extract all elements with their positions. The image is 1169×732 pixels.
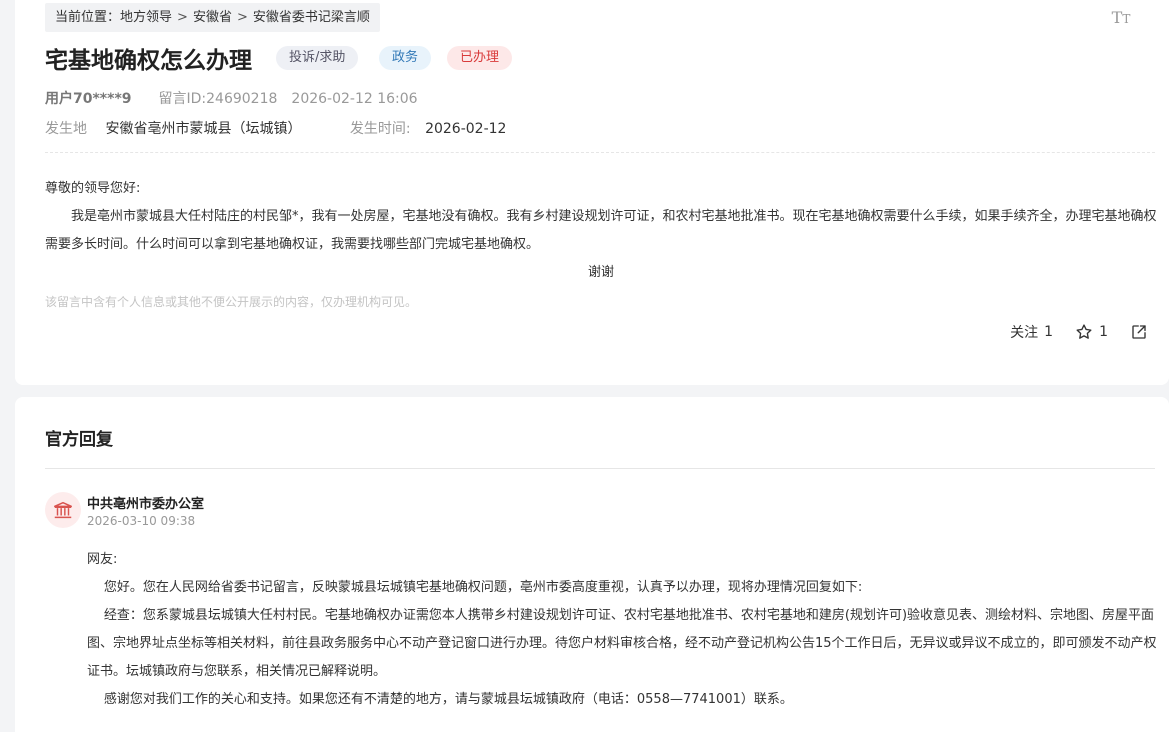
follow-count: 1 xyxy=(1044,324,1054,340)
category-tag: 投诉/求助 xyxy=(276,46,359,70)
message-datetime: 2026-02-12 16:06 xyxy=(291,91,418,107)
message-thanks: 谢谢 xyxy=(587,265,614,280)
privacy-notice: 该留言中含有个人信息或其他不便公开展示的内容，仅办理机构可见。 xyxy=(45,295,418,309)
reply-paragraph: 经查：您系蒙城县坛城镇大任村村民。宅基地确权办证需您本人携带乡村建设规划许可证、… xyxy=(87,608,1157,679)
breadcrumb-item-region[interactable]: 地方领导 xyxy=(120,10,172,25)
domain-tag: 政务 xyxy=(379,46,432,70)
reply-paragraph: 感谢您对我们工作的关心和支持。如果您还有不清楚的地方，请与蒙城县坛城镇政府（电话… xyxy=(103,692,793,707)
action-bar: 关注 1 1 xyxy=(988,322,1154,342)
follow-label: 关注 xyxy=(1010,325,1039,341)
breadcrumb-item-province[interactable]: 安徽省 xyxy=(193,10,232,25)
message-greeting: 尊敬的领导您好: xyxy=(45,181,141,196)
breadcrumb: 当前位置：地方领导 > 安徽省 > 安徽省委书记梁言顺 xyxy=(45,3,380,32)
reply-section-title: 官方回复 xyxy=(45,430,113,450)
star-icon xyxy=(1076,324,1092,339)
breadcrumb-prefix: 当前位置： xyxy=(55,10,121,25)
reply-paragraph: 您好。您在人民网给省委书记留言，反映蒙城县坛城镇宅基地确权问题，亳州市委高度重视… xyxy=(103,580,863,595)
reply-salutation: 网友: xyxy=(87,552,118,567)
location-label: 发生地 xyxy=(45,121,87,137)
reply-content: 网友: 您好。您在人民网给省委书记留言，反映蒙城县坛城镇宅基地确权问题，亳州市委… xyxy=(87,546,1157,714)
follow-button[interactable]: 关注 1 xyxy=(1010,322,1053,342)
username: 用户70****9 xyxy=(45,91,132,107)
occurrence-info: 发生地 安徽省亳州市蒙城县（坛城镇） 发生时间: 2026-02-12 xyxy=(45,118,506,138)
text-size-icon[interactable]: TT xyxy=(1110,7,1132,29)
message-id: 留言ID:24690218 xyxy=(158,91,278,107)
favorite-button[interactable]: 1 xyxy=(1075,323,1108,341)
divider xyxy=(45,152,1155,153)
government-building-icon xyxy=(54,501,72,519)
share-icon xyxy=(1132,325,1146,339)
reply-time: 2026-03-10 09:38 xyxy=(87,514,196,528)
breadcrumb-separator: > xyxy=(236,10,248,25)
status-badge: 已办理 xyxy=(447,46,513,70)
favorite-count: 1 xyxy=(1099,324,1108,340)
message-body: 我是亳州市蒙城县大任村陆庄的村民邹*，我有一处房屋，宅基地没有确权。我有乡村建设… xyxy=(45,209,1157,252)
message-content: 尊敬的领导您好: 我是亳州市蒙城县大任村陆庄的村民邹*，我有一处房屋，宅基地没有… xyxy=(45,175,1157,287)
reply-card: 官方回复 中共亳州市委办公室 2026-03-10 09:38 网友: 您好。您… xyxy=(15,397,1169,732)
breadcrumb-separator: > xyxy=(177,10,188,25)
breadcrumb-item-leader[interactable]: 安徽省委书记梁言顺 xyxy=(253,10,370,25)
share-button[interactable] xyxy=(1130,323,1154,341)
message-card: 当前位置：地方领导 > 安徽省 > 安徽省委书记梁言顺 TT 宅基地确权怎么办理 投诉/… xyxy=(15,0,1169,385)
occur-time-value: 2026-02-12 xyxy=(425,121,507,137)
message-meta: 用户70****9 留言ID:24690218 2026-02-12 16:06 xyxy=(45,88,418,108)
message-title: 宅基地确权怎么办理 xyxy=(45,48,252,74)
reply-org-name: 中共亳州市委办公室 xyxy=(87,497,205,512)
occur-time-label: 发生时间: xyxy=(349,121,411,137)
avatar xyxy=(45,492,81,528)
location-value: 安徽省亳州市蒙城县（坛城镇） xyxy=(105,121,302,137)
divider xyxy=(45,468,1155,469)
